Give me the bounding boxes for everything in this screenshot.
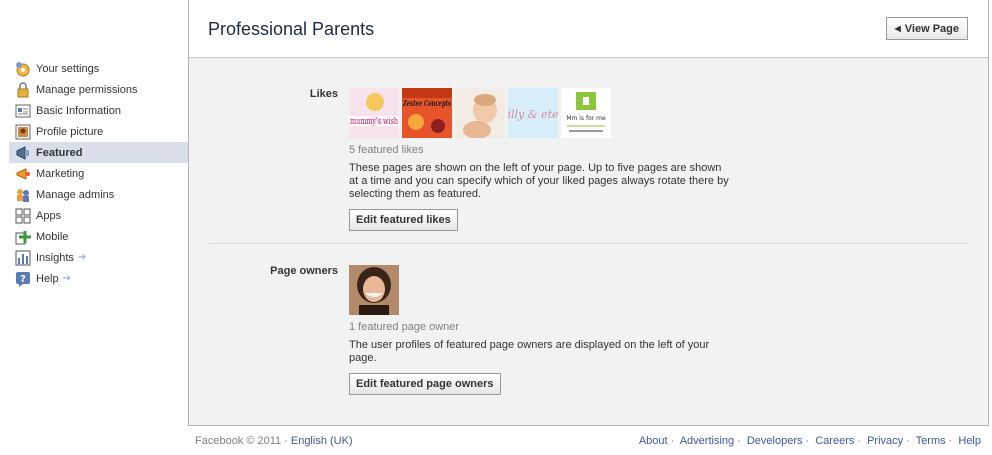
- arrow-right-icon: ➔: [62, 273, 72, 284]
- copyright: Facebook © 2011: [195, 435, 282, 447]
- admins-icon: [15, 187, 31, 203]
- sidebar-item-basic-information[interactable]: Basic Information: [9, 100, 188, 121]
- settings-icon: [15, 61, 31, 77]
- like-thumb-zestee-concepts[interactable]: Zestee Concepts: [402, 88, 452, 138]
- featured-likes-thumbnails: mummy's wish Zestee Concepts illy & ete …: [349, 88, 729, 138]
- sidebar-item-label: Profile picture: [36, 125, 104, 138]
- footer-link-developers[interactable]: Developers: [747, 435, 803, 447]
- owner-thumb[interactable]: [349, 265, 399, 315]
- megaphone-icon: [15, 145, 31, 161]
- like-thumb-mm-is-for-me[interactable]: Mm is for me: [561, 88, 611, 138]
- caret-left-icon: ◀: [894, 24, 901, 33]
- footer-links: About · Advertising · Developers · Careers ·…: [638, 435, 981, 447]
- featured-owners-count: 1 featured page owner: [349, 321, 460, 333]
- sidebar-item-manage-permissions[interactable]: Manage permissions: [9, 79, 188, 100]
- sidebar-item-label: Marketing: [36, 167, 85, 180]
- featured-likes-count: 5 featured likes: [349, 144, 424, 156]
- featured-owners-description: The user profiles of featured page owner…: [349, 339, 710, 364]
- thumb-text: mummy's wish: [350, 117, 398, 127]
- view-page-label: View Page: [904, 22, 959, 35]
- sidebar-item-label: Help: [36, 272, 59, 285]
- footer-left: Facebook © 2011 · English (UK): [195, 435, 353, 447]
- sidebar-item-label: Insights: [36, 251, 74, 264]
- sidebar-item-marketing[interactable]: Marketing: [9, 163, 188, 184]
- footer-link-advertising[interactable]: Advertising: [680, 435, 734, 447]
- page-header: Professional Parents ◀ View Page: [189, 0, 988, 58]
- sidebar-item-label: Basic Information: [36, 104, 121, 117]
- footer-link-about[interactable]: About: [639, 435, 668, 447]
- featured-likes-description: These pages are shown on the left of you…: [349, 162, 729, 200]
- edit-featured-page-owners-button[interactable]: Edit featured page owners: [349, 373, 501, 395]
- section-divider: [209, 243, 969, 244]
- sidebar-item-mobile[interactable]: Mobile: [9, 226, 188, 247]
- footer-link-privacy[interactable]: Privacy: [867, 435, 903, 447]
- sidebar-item-manage-admins[interactable]: Manage admins: [9, 184, 188, 205]
- likes-label: Likes: [309, 88, 338, 100]
- thumb-text: illy & ete: [508, 108, 558, 121]
- footer-link-help[interactable]: Help: [958, 435, 981, 447]
- view-page-button[interactable]: ◀ View Page: [885, 17, 968, 40]
- like-thumb-baby[interactable]: [455, 88, 505, 138]
- sidebar-item-featured[interactable]: Featured: [9, 142, 188, 163]
- sidebar-item-profile-picture[interactable]: Profile picture: [9, 121, 188, 142]
- page-owners-label: Page owners: [270, 265, 338, 277]
- sidebar-item-label: Apps: [36, 209, 62, 222]
- marketing-icon: [15, 166, 31, 182]
- arrow-right-icon: ➔: [77, 252, 87, 263]
- language-link[interactable]: English (UK): [291, 435, 353, 447]
- mobile-icon: [15, 229, 31, 245]
- lock-icon: [15, 81, 31, 98]
- insights-icon: [15, 250, 31, 266]
- info-icon: [15, 103, 31, 119]
- sidebar-nav: Your settings Manage permissions Basic I…: [9, 58, 188, 289]
- thumb-text: Mm is for me: [566, 115, 606, 122]
- like-thumb-illy-ete[interactable]: illy & ete: [508, 88, 558, 138]
- footer-link-terms[interactable]: Terms: [916, 435, 946, 447]
- edit-featured-likes-button[interactable]: Edit featured likes: [349, 209, 458, 231]
- help-icon: ?: [15, 271, 31, 287]
- main-panel: Professional Parents ◀ View Page Likes m…: [188, 0, 989, 426]
- sidebar-item-your-settings[interactable]: Your settings: [9, 58, 188, 79]
- sidebar-item-label: Manage admins: [36, 188, 115, 201]
- sidebar-item-label: Your settings: [36, 62, 100, 75]
- thumb-text: Zestee Concepts: [402, 98, 451, 108]
- sidebar-item-label: Mobile: [36, 230, 69, 243]
- footer-link-careers[interactable]: Careers: [815, 435, 854, 447]
- svg-text:?: ?: [20, 274, 26, 285]
- picture-icon: [15, 124, 31, 140]
- apps-icon: [15, 208, 31, 224]
- sidebar-item-label: Manage permissions: [36, 83, 138, 96]
- sidebar-item-apps[interactable]: Apps: [9, 205, 188, 226]
- sidebar-item-help[interactable]: ? Help ➔: [9, 268, 188, 289]
- like-thumb-mummys-wish[interactable]: mummy's wish: [349, 88, 399, 138]
- sidebar-item-label: Featured: [36, 146, 83, 159]
- page-title: Professional Parents: [208, 19, 375, 39]
- sidebar-item-insights[interactable]: Insights ➔: [9, 247, 188, 268]
